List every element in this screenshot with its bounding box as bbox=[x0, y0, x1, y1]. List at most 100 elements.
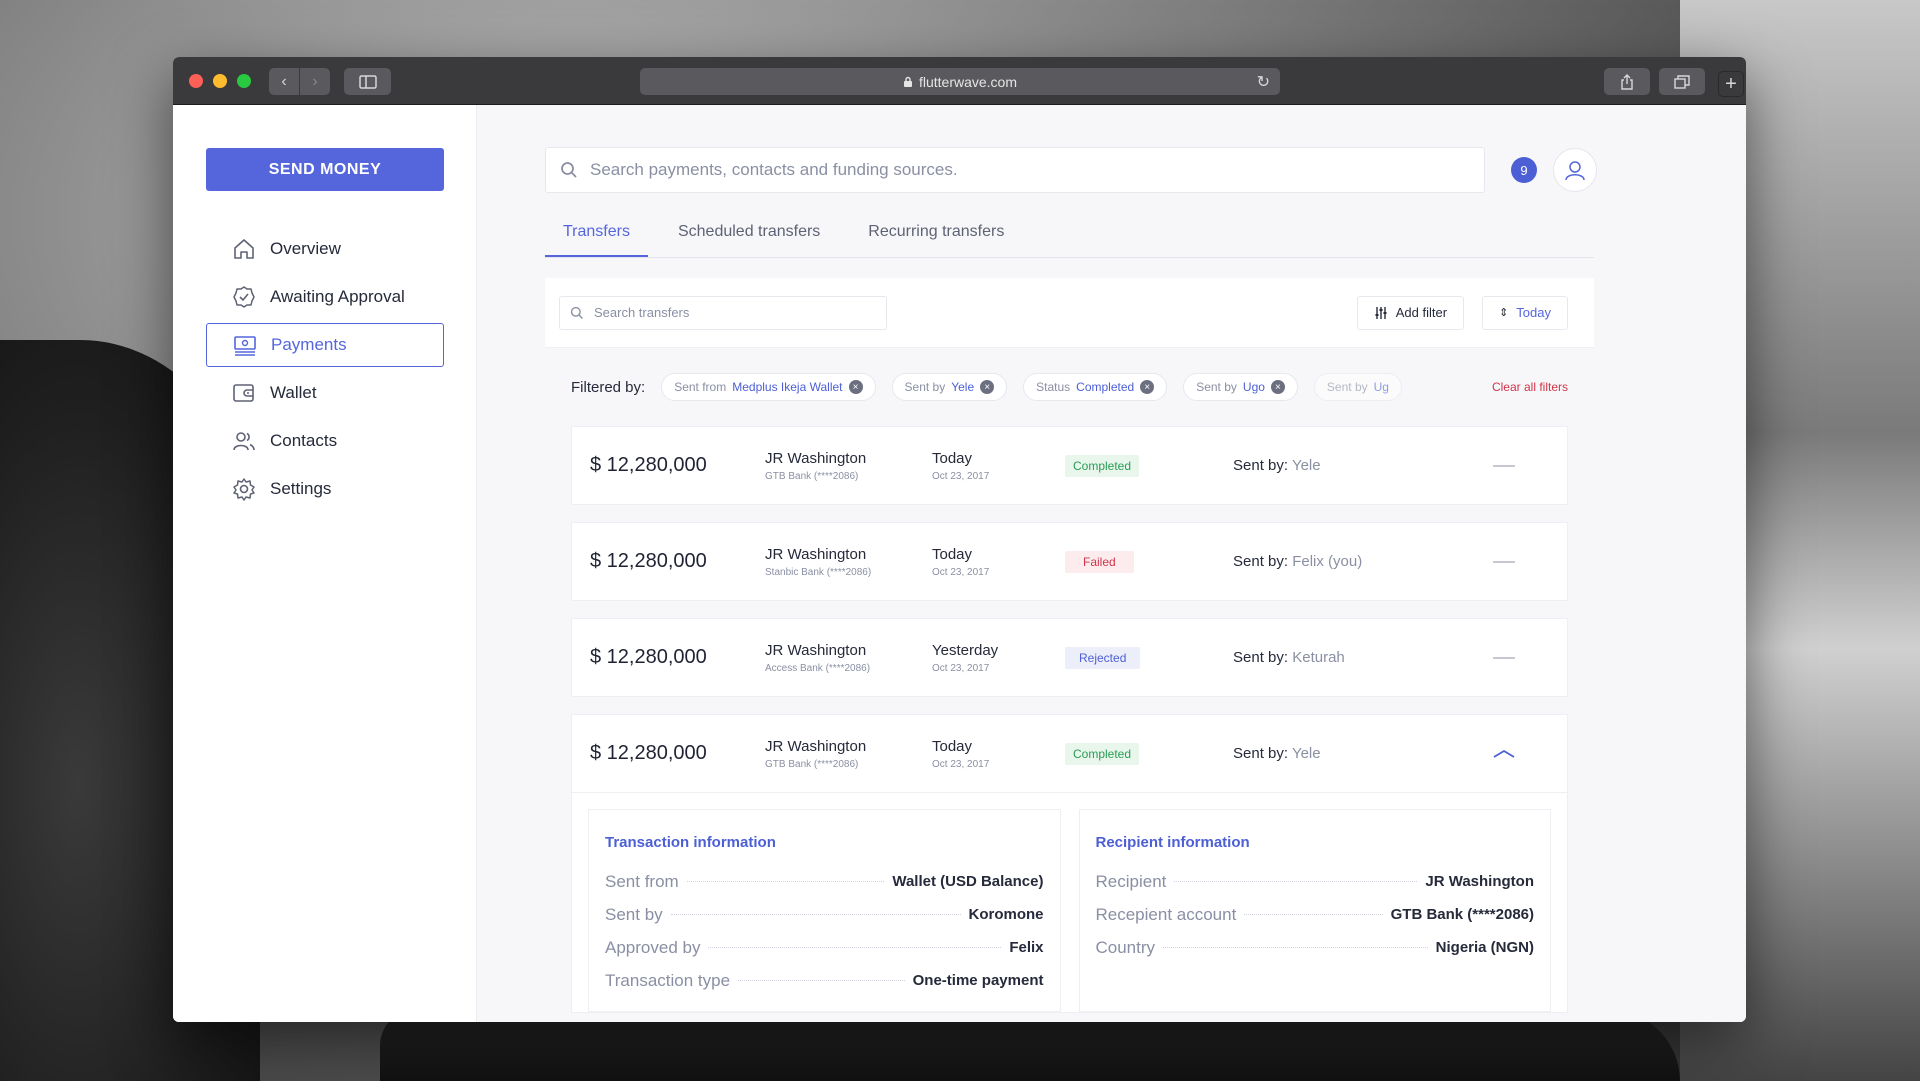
info-divider bbox=[1244, 914, 1383, 915]
clear-all-filters-link[interactable]: Clear all filters bbox=[1492, 380, 1568, 394]
date-full: Oct 23, 2017 bbox=[932, 566, 990, 578]
notification-badge[interactable]: 9 bbox=[1511, 157, 1537, 183]
filter-chip-value: Yele bbox=[951, 380, 975, 394]
transaction-info-title: Transaction information bbox=[605, 834, 776, 851]
home-icon bbox=[232, 237, 256, 261]
info-row: Approved by Felix bbox=[605, 931, 1044, 964]
recipient-bank: GTB Bank (****2086) bbox=[765, 758, 859, 770]
transfers-panel: Search transfers Add filter ⇕ Today Filt… bbox=[545, 278, 1594, 1013]
share-button[interactable] bbox=[1604, 68, 1650, 95]
minimize-window-button[interactable] bbox=[213, 74, 227, 88]
sidebar-toggle-button[interactable] bbox=[344, 68, 391, 95]
address-bar[interactable]: flutterwave.com ↻ bbox=[640, 68, 1280, 95]
forward-button[interactable]: › bbox=[300, 68, 330, 95]
sidebar-item-settings[interactable]: Settings bbox=[206, 467, 444, 511]
date-full: Oct 23, 2017 bbox=[932, 470, 990, 482]
recipient-name: JR Washington bbox=[765, 737, 867, 755]
remove-filter-icon[interactable]: × bbox=[1140, 380, 1155, 394]
recipient-bank: GTB Bank (****2086) bbox=[765, 470, 859, 482]
sort-dropdown[interactable]: ⇕ Today bbox=[1482, 295, 1568, 330]
transfer-row[interactable]: $ 12,280,000 JR Washington GTB Bank (***… bbox=[571, 426, 1568, 505]
tab-transfers[interactable]: Transfers bbox=[545, 223, 648, 257]
date-full: Oct 23, 2017 bbox=[932, 662, 990, 674]
info-value: Felix bbox=[1009, 939, 1044, 956]
show-tabs-button[interactable] bbox=[1659, 68, 1705, 95]
filter-chip[interactable]: Sent by Yele × bbox=[891, 373, 1008, 401]
collapse-row-icon[interactable] bbox=[1493, 743, 1515, 764]
tab-scheduled-transfers[interactable]: Scheduled transfers bbox=[660, 223, 838, 257]
transfer-amount: $ 12,280,000 bbox=[590, 742, 707, 764]
transfer-row[interactable]: $ 12,280,000 JR Washington Stanbic Bank … bbox=[571, 522, 1568, 601]
info-value: JR Washington bbox=[1425, 873, 1534, 890]
global-search-input[interactable]: Search payments, contacts and funding so… bbox=[545, 147, 1485, 193]
expand-row-icon[interactable] bbox=[1493, 464, 1515, 467]
date-label: Today bbox=[932, 545, 973, 563]
remove-filter-icon[interactable]: × bbox=[848, 380, 863, 394]
sent-by-label: Sent by: bbox=[1233, 649, 1289, 666]
search-icon bbox=[570, 306, 583, 319]
transfers-toolbar: Search transfers Add filter ⇕ Today bbox=[545, 278, 1594, 348]
info-key: Transaction type bbox=[605, 970, 731, 990]
info-divider bbox=[738, 980, 905, 981]
zoom-window-button[interactable] bbox=[237, 74, 251, 88]
sidebar-item-label: Contacts bbox=[270, 431, 338, 450]
add-filter-label: Add filter bbox=[1395, 305, 1448, 320]
filter-label: Filtered by: bbox=[571, 378, 646, 396]
info-value: Koromone bbox=[968, 906, 1044, 923]
gear-icon bbox=[232, 477, 256, 501]
filter-chip[interactable]: Sent by Ugo × bbox=[1183, 373, 1298, 401]
sidebar-item-overview[interactable]: Overview bbox=[206, 227, 444, 271]
tab-recurring-transfers[interactable]: Recurring transfers bbox=[850, 223, 1022, 257]
header: Search payments, contacts and funding so… bbox=[545, 147, 1746, 193]
avatar[interactable] bbox=[1553, 148, 1597, 192]
sidebar-item-payments[interactable]: Payments bbox=[206, 323, 444, 367]
status-badge: Completed bbox=[1065, 742, 1140, 765]
transfer-row[interactable]: $ 12,280,000 JR Washington Access Bank (… bbox=[571, 618, 1568, 697]
recipient-name: JR Washington bbox=[765, 545, 867, 563]
transfer-recipient: JR Washington Stanbic Bank (****2086) bbox=[765, 546, 932, 578]
browser-titlebar: ‹ › flutterwave.com ↻ + bbox=[173, 57, 1746, 105]
info-key: Recipient bbox=[1095, 871, 1167, 891]
left-sidebar: SEND MONEY Overview Awaiting Approval Pa… bbox=[173, 105, 477, 1022]
send-money-button[interactable]: SEND MONEY bbox=[206, 148, 444, 191]
sent-by: Sent by: Yele bbox=[1233, 457, 1493, 474]
expand-row-icon[interactable] bbox=[1493, 560, 1515, 563]
sidebar-item-contacts[interactable]: Contacts bbox=[206, 419, 444, 463]
info-divider bbox=[686, 881, 885, 882]
transfer-date: Today Oct 23, 2017 bbox=[932, 450, 1065, 482]
back-button[interactable]: ‹ bbox=[269, 68, 299, 95]
expand-row-icon[interactable] bbox=[1493, 656, 1515, 659]
add-filter-button[interactable]: Add filter bbox=[1356, 295, 1465, 330]
sort-arrows-icon: ⇕ bbox=[1499, 307, 1509, 319]
sent-by-value: Yele bbox=[1291, 745, 1321, 762]
filter-chip[interactable]: Sent from Medplus Ikeja Wallet × bbox=[661, 373, 876, 401]
sidebar-item-awaiting-approval[interactable]: Awaiting Approval bbox=[206, 275, 444, 319]
transfer-row-expanded[interactable]: $ 12,280,000 JR Washington GTB Bank (***… bbox=[571, 714, 1568, 793]
info-key: Sent by bbox=[605, 904, 663, 924]
status-cell: Rejected bbox=[1065, 646, 1233, 669]
filter-chip-value: Medplus Ikeja Wallet bbox=[732, 380, 843, 394]
wallet-icon bbox=[232, 381, 256, 405]
remove-filter-icon[interactable]: × bbox=[1270, 380, 1285, 394]
sent-by-label: Sent by: bbox=[1233, 553, 1289, 570]
transfer-search-input[interactable]: Search transfers bbox=[559, 295, 887, 330]
tabs-icon bbox=[1674, 74, 1690, 89]
info-key: Country bbox=[1095, 937, 1156, 957]
status-cell: Failed bbox=[1065, 550, 1233, 573]
new-tab-button[interactable]: + bbox=[1718, 71, 1744, 97]
sort-label: Today bbox=[1516, 305, 1551, 320]
transfers-body: Filtered by: Sent from Medplus Ikeja Wal… bbox=[545, 348, 1594, 1013]
remove-filter-icon[interactable]: × bbox=[980, 380, 995, 394]
close-window-button[interactable] bbox=[189, 74, 203, 88]
sidebar-item-wallet[interactable]: Wallet bbox=[206, 371, 444, 415]
sent-by: Sent by: Felix (you) bbox=[1233, 553, 1493, 570]
transfer-date: Today Oct 23, 2017 bbox=[932, 738, 1065, 770]
transaction-info-card: Transaction information Sent from Wallet… bbox=[588, 809, 1061, 1012]
filter-chip[interactable]: Sent by Ug bbox=[1313, 373, 1402, 401]
info-row: Sent by Koromone bbox=[605, 898, 1044, 931]
sidebar-item-label: Awaiting Approval bbox=[270, 287, 405, 306]
filter-chip[interactable]: Status Completed × bbox=[1023, 373, 1168, 401]
money-icon bbox=[233, 333, 257, 357]
sidebar-item-label: Overview bbox=[270, 239, 341, 258]
reload-icon[interactable]: ↻ bbox=[1257, 72, 1270, 92]
